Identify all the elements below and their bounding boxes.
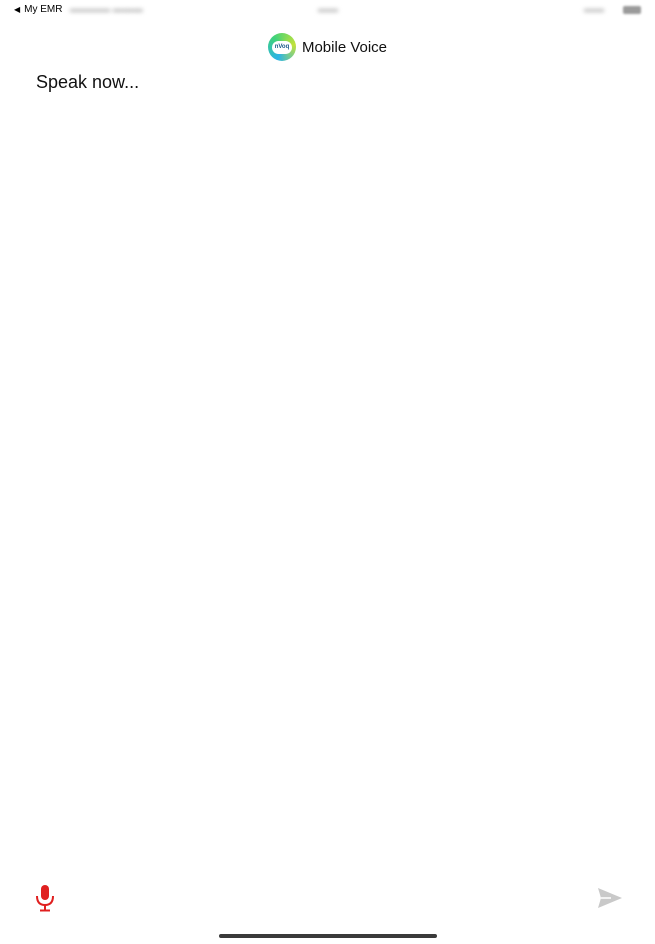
status-time-blurred: ▬▬▬▬ ▬▬▬	[70, 4, 143, 15]
back-link-label: My EMR	[24, 4, 63, 15]
nvoq-logo: nVoq	[267, 33, 296, 61]
app-header: nVoq Mobile Voice	[0, 32, 655, 62]
logo-text: nVoq	[271, 40, 292, 54]
microphone-button[interactable]	[33, 884, 57, 912]
status-bar: ◀ My EMR ▬▬▬▬ ▬▬▬ ▬▬ ▬▬	[0, 0, 655, 20]
microphone-icon	[36, 885, 54, 912]
status-center-blurred: ▬▬	[318, 4, 338, 15]
send-icon	[598, 888, 622, 908]
back-to-app-link[interactable]: ◀ My EMR	[14, 4, 63, 15]
battery-icon	[623, 6, 641, 14]
mobile-voice-screen: ◀ My EMR ▬▬▬▬ ▬▬▬ ▬▬ ▬▬ nVoq Mobile Voic…	[0, 0, 655, 944]
status-signal-blurred: ▬▬	[584, 4, 604, 15]
back-arrow-icon: ◀	[14, 4, 21, 14]
send-button[interactable]	[597, 886, 623, 910]
app-title: Mobile Voice	[301, 38, 388, 56]
home-indicator[interactable]	[219, 934, 437, 938]
speak-now-prompt: Speak now...	[36, 72, 140, 92]
